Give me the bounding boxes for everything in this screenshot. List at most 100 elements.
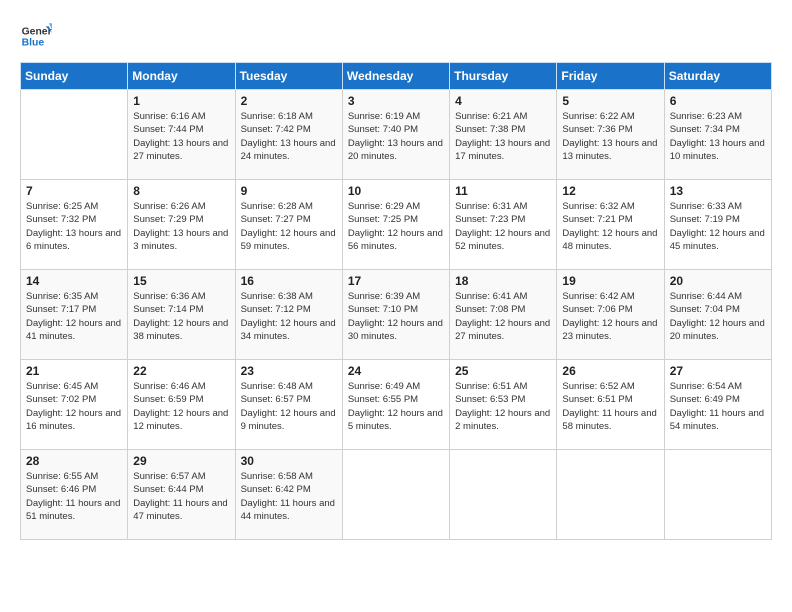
day-info: Sunrise: 6:49 AMSunset: 6:55 PMDaylight:…	[348, 380, 444, 433]
day-number: 30	[241, 454, 337, 468]
day-number: 14	[26, 274, 122, 288]
calendar-cell: 26 Sunrise: 6:52 AMSunset: 6:51 PMDayligh…	[557, 360, 664, 450]
day-info: Sunrise: 6:18 AMSunset: 7:42 PMDaylight:…	[241, 110, 337, 163]
day-number: 19	[562, 274, 658, 288]
calendar-cell: 7 Sunrise: 6:25 AMSunset: 7:32 PMDaylight…	[21, 180, 128, 270]
calendar-cell: 9 Sunrise: 6:28 AMSunset: 7:27 PMDaylight…	[235, 180, 342, 270]
day-number: 11	[455, 184, 551, 198]
weekday-header-sunday: Sunday	[21, 63, 128, 90]
calendar-cell	[342, 450, 449, 540]
calendar-cell: 11 Sunrise: 6:31 AMSunset: 7:23 PMDayligh…	[450, 180, 557, 270]
calendar-cell: 23 Sunrise: 6:48 AMSunset: 6:57 PMDayligh…	[235, 360, 342, 450]
calendar-cell: 4 Sunrise: 6:21 AMSunset: 7:38 PMDaylight…	[450, 90, 557, 180]
calendar-cell	[450, 450, 557, 540]
day-number: 9	[241, 184, 337, 198]
day-number: 5	[562, 94, 658, 108]
calendar-cell: 21 Sunrise: 6:45 AMSunset: 7:02 PMDayligh…	[21, 360, 128, 450]
svg-text:Blue: Blue	[22, 38, 45, 49]
day-info: Sunrise: 6:42 AMSunset: 7:06 PMDaylight:…	[562, 290, 658, 343]
calendar-cell: 29 Sunrise: 6:57 AMSunset: 6:44 PMDayligh…	[128, 450, 235, 540]
calendar-cell: 10 Sunrise: 6:29 AMSunset: 7:25 PMDayligh…	[342, 180, 449, 270]
day-info: Sunrise: 6:22 AMSunset: 7:36 PMDaylight:…	[562, 110, 658, 163]
calendar-cell: 17Sunrise: 6:39 AMSunset: 7:10 PMDayligh…	[342, 270, 449, 360]
day-number: 27	[670, 364, 766, 378]
day-number: 24	[348, 364, 444, 378]
day-info: Sunrise: 6:28 AMSunset: 7:27 PMDaylight:…	[241, 200, 337, 253]
calendar-cell: 16 Sunrise: 6:38 AMSunset: 7:12 PMDayligh…	[235, 270, 342, 360]
logo-icon: General Blue	[20, 20, 52, 52]
day-info: Sunrise: 6:55 AMSunset: 6:46 PMDaylight:…	[26, 470, 122, 523]
day-number: 17	[348, 274, 444, 288]
calendar-week-5: 28Sunrise: 6:55 AMSunset: 6:46 PMDayligh…	[21, 450, 772, 540]
logo: General Blue	[20, 20, 56, 52]
day-info: Sunrise: 6:36 AMSunset: 7:14 PMDaylight:…	[133, 290, 229, 343]
day-number: 12	[562, 184, 658, 198]
calendar-cell: 30 Sunrise: 6:58 AMSunset: 6:42 PMDayligh…	[235, 450, 342, 540]
calendar-cell	[557, 450, 664, 540]
weekday-header-row: SundayMondayTuesdayWednesdayThursdayFrid…	[21, 63, 772, 90]
calendar-cell: 25 Sunrise: 6:51 AMSunset: 6:53 PMDayligh…	[450, 360, 557, 450]
day-number: 26	[562, 364, 658, 378]
day-info: Sunrise: 6:45 AMSunset: 7:02 PMDaylight:…	[26, 380, 122, 433]
day-number: 16	[241, 274, 337, 288]
day-info: Sunrise: 6:19 AMSunset: 7:40 PMDaylight:…	[348, 110, 444, 163]
day-number: 25	[455, 364, 551, 378]
day-info: Sunrise: 6:48 AMSunset: 6:57 PMDaylight:…	[241, 380, 337, 433]
calendar-cell: 6 Sunrise: 6:23 AMSunset: 7:34 PMDaylight…	[664, 90, 771, 180]
day-info: Sunrise: 6:51 AMSunset: 6:53 PMDaylight:…	[455, 380, 551, 433]
day-info: Sunrise: 6:38 AMSunset: 7:12 PMDaylight:…	[241, 290, 337, 343]
calendar-cell: 27 Sunrise: 6:54 AMSunset: 6:49 PMDayligh…	[664, 360, 771, 450]
calendar-cell: 14 Sunrise: 6:35 AMSunset: 7:17 PMDayligh…	[21, 270, 128, 360]
day-info: Sunrise: 6:26 AMSunset: 7:29 PMDaylight:…	[133, 200, 229, 253]
day-number: 3	[348, 94, 444, 108]
day-number: 8	[133, 184, 229, 198]
day-info: Sunrise: 6:44 AMSunset: 7:04 PMDaylight:…	[670, 290, 766, 343]
day-info: Sunrise: 6:31 AMSunset: 7:23 PMDaylight:…	[455, 200, 551, 253]
day-info: Sunrise: 6:35 AMSunset: 7:17 PMDaylight:…	[26, 290, 122, 343]
calendar-header: SundayMondayTuesdayWednesdayThursdayFrid…	[21, 63, 772, 90]
day-number: 4	[455, 94, 551, 108]
day-info: Sunrise: 6:41 AMSunset: 7:08 PMDaylight:…	[455, 290, 551, 343]
calendar-cell: 12 Sunrise: 6:32 AMSunset: 7:21 PMDayligh…	[557, 180, 664, 270]
calendar-cell: 15 Sunrise: 6:36 AMSunset: 7:14 PMDayligh…	[128, 270, 235, 360]
calendar-cell: 13Sunrise: 6:33 AMSunset: 7:19 PMDayligh…	[664, 180, 771, 270]
weekday-header-saturday: Saturday	[664, 63, 771, 90]
calendar-body: 1Sunrise: 6:16 AMSunset: 7:44 PMDaylight…	[21, 90, 772, 540]
day-info: Sunrise: 6:57 AMSunset: 6:44 PMDaylight:…	[133, 470, 229, 523]
calendar-cell	[21, 90, 128, 180]
day-number: 13	[670, 184, 766, 198]
day-info: Sunrise: 6:52 AMSunset: 6:51 PMDaylight:…	[562, 380, 658, 433]
day-number: 7	[26, 184, 122, 198]
day-number: 2	[241, 94, 337, 108]
day-info: Sunrise: 6:23 AMSunset: 7:34 PMDaylight:…	[670, 110, 766, 163]
day-info: Sunrise: 6:46 AMSunset: 6:59 PMDaylight:…	[133, 380, 229, 433]
calendar-cell: 28Sunrise: 6:55 AMSunset: 6:46 PMDayligh…	[21, 450, 128, 540]
day-number: 6	[670, 94, 766, 108]
day-number: 22	[133, 364, 229, 378]
day-number: 29	[133, 454, 229, 468]
calendar-cell: 18Sunrise: 6:41 AMSunset: 7:08 PMDayligh…	[450, 270, 557, 360]
calendar-cell: 5 Sunrise: 6:22 AMSunset: 7:36 PMDaylight…	[557, 90, 664, 180]
day-number: 21	[26, 364, 122, 378]
day-info: Sunrise: 6:29 AMSunset: 7:25 PMDaylight:…	[348, 200, 444, 253]
day-info: Sunrise: 6:25 AMSunset: 7:32 PMDaylight:…	[26, 200, 122, 253]
calendar-cell: 19 Sunrise: 6:42 AMSunset: 7:06 PMDayligh…	[557, 270, 664, 360]
day-number: 10	[348, 184, 444, 198]
weekday-header-thursday: Thursday	[450, 63, 557, 90]
calendar-week-1: 1Sunrise: 6:16 AMSunset: 7:44 PMDaylight…	[21, 90, 772, 180]
calendar-week-2: 7 Sunrise: 6:25 AMSunset: 7:32 PMDaylight…	[21, 180, 772, 270]
day-number: 15	[133, 274, 229, 288]
calendar-table: SundayMondayTuesdayWednesdayThursdayFrid…	[20, 62, 772, 540]
day-number: 23	[241, 364, 337, 378]
calendar-cell: 3 Sunrise: 6:19 AMSunset: 7:40 PMDaylight…	[342, 90, 449, 180]
day-info: Sunrise: 6:58 AMSunset: 6:42 PMDaylight:…	[241, 470, 337, 523]
weekday-header-monday: Monday	[128, 63, 235, 90]
day-info: Sunrise: 6:32 AMSunset: 7:21 PMDaylight:…	[562, 200, 658, 253]
calendar-week-4: 21 Sunrise: 6:45 AMSunset: 7:02 PMDayligh…	[21, 360, 772, 450]
day-info: Sunrise: 6:54 AMSunset: 6:49 PMDaylight:…	[670, 380, 766, 433]
day-number: 20	[670, 274, 766, 288]
page-header: General Blue	[20, 20, 772, 52]
calendar-cell: 20 Sunrise: 6:44 AMSunset: 7:04 PMDayligh…	[664, 270, 771, 360]
calendar-cell: 8 Sunrise: 6:26 AMSunset: 7:29 PMDaylight…	[128, 180, 235, 270]
day-info: Sunrise: 6:21 AMSunset: 7:38 PMDaylight:…	[455, 110, 551, 163]
